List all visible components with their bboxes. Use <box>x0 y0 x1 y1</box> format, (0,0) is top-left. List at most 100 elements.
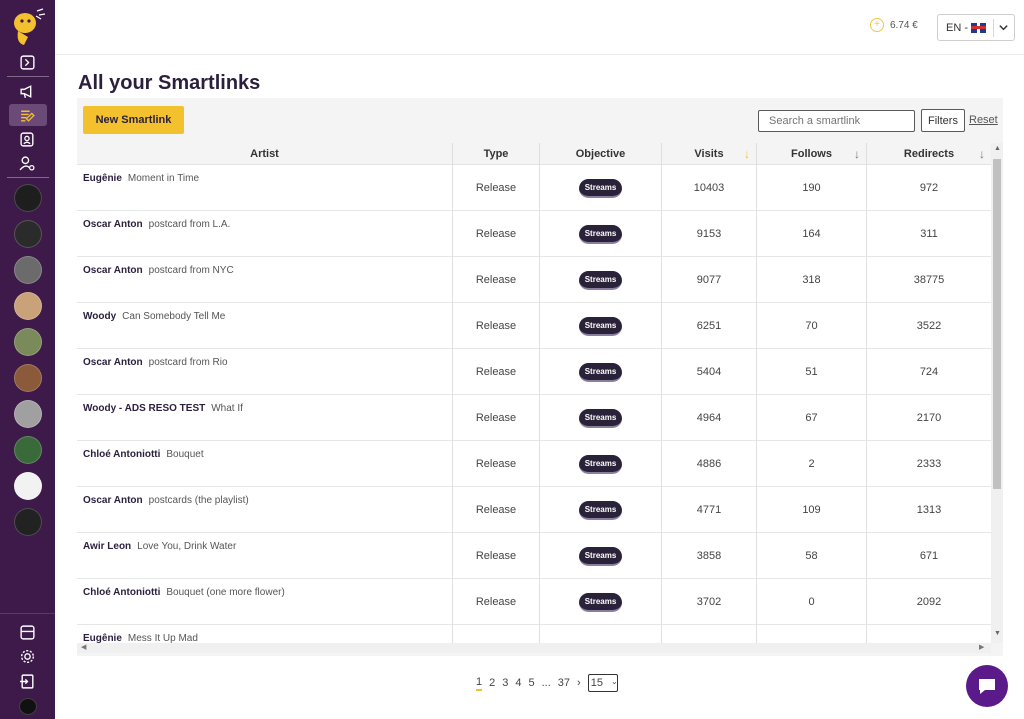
chat-bubble-icon <box>979 679 995 694</box>
artist-name: Chloé Antoniotti <box>83 449 161 460</box>
language-select[interactable]: EN - <box>937 14 1015 41</box>
scrollbar-thumb[interactable] <box>993 159 1001 489</box>
search-input[interactable] <box>758 110 915 132</box>
objective-badge: Streams <box>578 362 623 382</box>
objective-badge: Streams <box>578 546 623 566</box>
column-header-type[interactable]: Type <box>453 143 540 165</box>
smartlinks-panel: New Smartlink Filters Reset Artist Type … <box>77 98 1003 656</box>
column-header-artist[interactable]: Artist <box>77 143 453 165</box>
table-row[interactable]: Oscar Anton postcard from L.A. Release Stre… <box>77 211 991 257</box>
page-link-last[interactable]: 37 <box>558 677 570 689</box>
cell-objective: Streams <box>540 395 662 441</box>
table-row[interactable]: Oscar Anton postcard from Rio Release Strea… <box>77 349 991 395</box>
cell-artist[interactable]: Eugênie Mess It Up Mad <box>77 625 453 643</box>
vertical-scrollbar[interactable]: ▲ ▼ <box>991 143 1003 643</box>
page-link[interactable]: 2 <box>489 677 495 689</box>
cell-follows: 51 <box>757 349 867 395</box>
release-title: postcard from Rio <box>148 357 228 368</box>
filters-button[interactable]: Filters <box>921 109 965 132</box>
cell-objective: Streams <box>540 441 662 487</box>
table-row[interactable]: Oscar Anton postcard from NYC Release Strea… <box>77 257 991 303</box>
column-header-follows[interactable]: Follows ↓ <box>757 143 867 165</box>
gear-icon[interactable] <box>9 647 47 668</box>
sort-arrow-icon[interactable]: ↓ <box>979 147 985 161</box>
page-link[interactable]: 5 <box>529 677 535 689</box>
scroll-up-icon[interactable]: ▲ <box>994 145 1001 152</box>
page-link[interactable]: 1 <box>476 676 483 691</box>
column-header-objective[interactable]: Objective <box>540 143 662 165</box>
artist-avatar[interactable] <box>13 328 42 356</box>
column-header-redirects[interactable]: Redirects ↓ <box>867 143 991 165</box>
table-row[interactable]: Eugênie Mess It Up Mad <box>77 625 991 643</box>
new-smartlink-button[interactable]: New Smartlink <box>83 106 184 134</box>
table-row[interactable]: Awir Leon Love You, Drink Water Release Str… <box>77 533 991 579</box>
per-page-select[interactable]: 15 <box>587 674 618 692</box>
smartlinks-icon[interactable] <box>8 104 47 126</box>
scroll-left-icon[interactable]: ◀ <box>81 643 86 651</box>
artist-avatar[interactable] <box>13 364 42 392</box>
table-row[interactable]: Eugênie Moment in Time Release Streams 10403… <box>77 165 991 211</box>
cell-artist[interactable]: Chloé Antoniotti Bouquet (one more flower… <box>77 579 453 625</box>
release-title: Bouquet <box>166 449 204 460</box>
artist-avatar[interactable] <box>13 256 42 284</box>
chat-button[interactable] <box>966 665 1008 707</box>
cell-visits: 4964 <box>662 395 757 441</box>
page-link[interactable]: 4 <box>515 677 521 689</box>
cell-artist[interactable]: Oscar Anton postcard from Rio <box>77 349 453 395</box>
cell-artist[interactable]: Chloé Antoniotti Bouquet <box>77 441 453 487</box>
next-page-button[interactable]: › <box>577 677 581 689</box>
objective-badge: Streams <box>578 500 623 520</box>
cell-follows: 70 <box>757 303 867 349</box>
scroll-down-icon[interactable]: ▼ <box>994 630 1001 637</box>
inbox-icon[interactable] <box>9 622 47 643</box>
artist-name: Eugênie <box>83 633 122 643</box>
sort-arrow-icon[interactable]: ↓ <box>744 147 750 161</box>
artist-avatar[interactable] <box>13 220 42 248</box>
cell-artist[interactable]: Woody Can Somebody Tell Me <box>77 303 453 349</box>
horizontal-scrollbar[interactable]: ◀ ▶ <box>77 643 991 653</box>
contacts-icon[interactable] <box>9 128 47 150</box>
scroll-right-icon[interactable]: ▶ <box>979 643 984 651</box>
cell-artist[interactable]: Oscar Anton postcard from L.A. <box>77 211 453 257</box>
cell-objective: Streams <box>540 349 662 395</box>
cell-follows <box>757 625 867 643</box>
sidebar-divider <box>6 76 49 77</box>
artist-avatar[interactable] <box>13 436 42 464</box>
collapse-sidebar-icon[interactable] <box>9 51 47 73</box>
release-title: What If <box>211 403 243 414</box>
cell-artist[interactable]: Eugênie Moment in Time <box>77 165 453 211</box>
cell-artist[interactable]: Woody - ADS RESO TEST What If <box>77 395 453 441</box>
cell-objective: Streams <box>540 257 662 303</box>
artist-avatar[interactable] <box>13 508 42 536</box>
cell-visits: 10403 <box>662 165 757 211</box>
artist-avatar[interactable] <box>13 292 42 320</box>
page-link[interactable]: 3 <box>502 677 508 689</box>
cell-redirects: 311 <box>920 228 938 240</box>
cell-visits: 4771 <box>662 487 757 533</box>
cell-artist[interactable]: Oscar Anton postcard from NYC <box>77 257 453 303</box>
cell-visits <box>662 625 757 643</box>
table-row[interactable]: Oscar Anton postcards (the playlist) Relea… <box>77 487 991 533</box>
objective-badge: Streams <box>578 408 623 428</box>
table-body: Eugênie Moment in Time Release Streams 10403… <box>77 165 991 643</box>
table-row[interactable]: Chloé Antoniotti Bouquet Release Streams 488… <box>77 441 991 487</box>
artist-avatar[interactable] <box>13 472 42 500</box>
user-avatar[interactable] <box>18 697 37 715</box>
logout-icon[interactable] <box>9 671 47 692</box>
artist-avatar[interactable] <box>13 400 42 428</box>
cell-artist[interactable]: Oscar Anton postcards (the playlist) <box>77 487 453 533</box>
cell-artist[interactable]: Awir Leon Love You, Drink Water <box>77 533 453 579</box>
user-settings-icon[interactable] <box>9 152 47 174</box>
reset-link[interactable]: Reset <box>969 114 998 126</box>
pagination: 1 2 3 4 5 ... 37 › 15 <box>476 674 618 692</box>
table-row[interactable]: Chloé Antoniotti Bouquet (one more flower… <box>77 579 991 625</box>
chevron-down-icon[interactable] <box>998 22 1009 36</box>
table-row[interactable]: Woody - ADS RESO TEST What If Release Strea… <box>77 395 991 441</box>
megaphone-icon[interactable] <box>9 80 47 102</box>
sort-arrow-icon[interactable]: ↓ <box>854 147 860 161</box>
cell-redirects: 2170 <box>916 412 942 424</box>
table-row[interactable]: Woody Can Somebody Tell Me Release Streams 6… <box>77 303 991 349</box>
artist-avatar[interactable] <box>13 184 42 212</box>
column-header-visits[interactable]: Visits ↓ <box>662 143 757 165</box>
brand-logo[interactable] <box>8 4 48 50</box>
